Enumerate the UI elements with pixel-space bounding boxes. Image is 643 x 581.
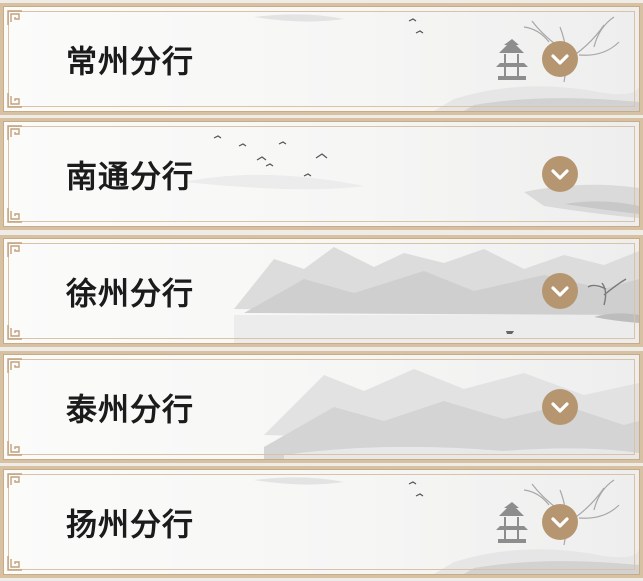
branch-list: 常州分行 南通分行 徐州分行 泰州分行 扬州分行 xyxy=(0,0,643,581)
expand-toggle-button[interactable] xyxy=(542,156,578,192)
card-panel: 扬州分行 xyxy=(3,469,640,575)
card-panel: 常州分行 xyxy=(3,6,640,112)
corner-ornament-icon xyxy=(7,10,22,25)
corner-ornament-icon xyxy=(7,208,22,223)
corner-ornament-icon xyxy=(7,125,22,140)
chevron-down-icon xyxy=(551,517,569,528)
chevron-down-icon xyxy=(551,402,569,413)
corner-ornament-icon xyxy=(7,325,22,340)
expand-toggle-button[interactable] xyxy=(542,41,578,77)
corner-ornament-icon xyxy=(7,441,22,456)
corner-ornament-icon xyxy=(7,556,22,571)
branch-name: 徐州分行 xyxy=(66,276,194,313)
branch-card[interactable]: 泰州分行 xyxy=(0,351,643,463)
chevron-down-icon xyxy=(551,286,569,297)
expand-toggle-button[interactable] xyxy=(542,504,578,540)
branch-card[interactable]: 常州分行 xyxy=(0,3,643,115)
expand-toggle-button[interactable] xyxy=(542,389,578,425)
chevron-down-icon xyxy=(551,169,569,180)
branch-name: 常州分行 xyxy=(66,44,194,81)
branch-card[interactable]: 扬州分行 xyxy=(0,466,643,578)
expand-toggle-button[interactable] xyxy=(542,273,578,309)
corner-ornament-icon xyxy=(7,93,22,108)
branch-name: 扬州分行 xyxy=(66,507,194,544)
corner-ornament-icon xyxy=(7,473,22,488)
card-panel: 徐州分行 xyxy=(3,238,640,344)
branch-card[interactable]: 南通分行 xyxy=(0,118,643,230)
chevron-down-icon xyxy=(551,54,569,65)
branch-name: 南通分行 xyxy=(66,159,194,196)
branch-name: 泰州分行 xyxy=(66,392,194,429)
branch-card[interactable]: 徐州分行 xyxy=(0,235,643,347)
card-panel: 泰州分行 xyxy=(3,354,640,460)
card-panel: 南通分行 xyxy=(3,121,640,227)
corner-ornament-icon xyxy=(7,358,22,373)
corner-ornament-icon xyxy=(7,242,22,257)
